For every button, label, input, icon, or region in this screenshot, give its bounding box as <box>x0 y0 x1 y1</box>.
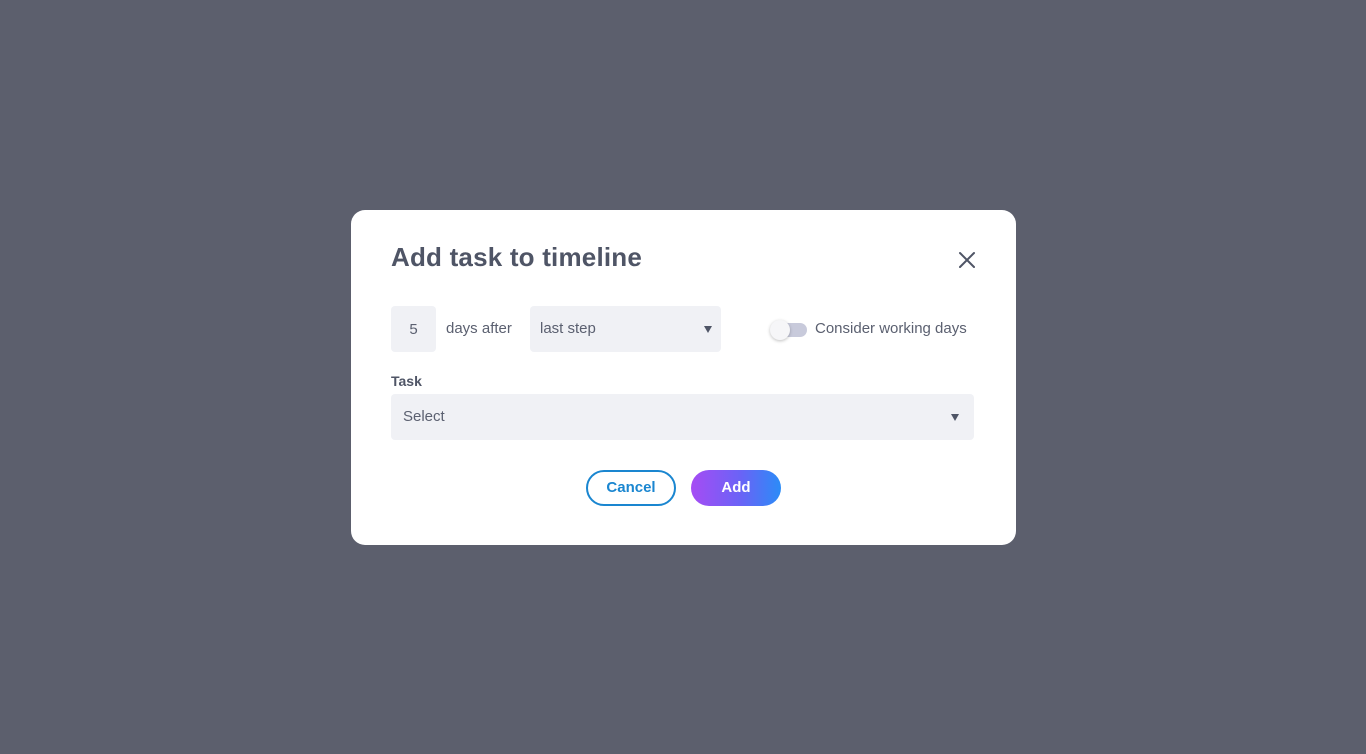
chevron-down-icon <box>704 326 712 333</box>
days-input[interactable] <box>391 306 436 352</box>
working-days-toggle[interactable] <box>770 320 808 340</box>
task-label: Task <box>391 373 422 389</box>
add-task-dialog: Add task to timeline days after last ste… <box>351 210 1016 545</box>
step-select-value: last step <box>540 320 596 337</box>
working-days-label: Consider working days <box>815 320 967 337</box>
chevron-down-icon <box>951 414 959 421</box>
days-after-label: days after <box>446 320 512 337</box>
close-button[interactable] <box>955 248 979 272</box>
toggle-knob <box>770 320 790 340</box>
cancel-button[interactable]: Cancel <box>586 470 676 506</box>
schedule-row: days after last step Consider working da… <box>391 306 975 352</box>
task-select-placeholder: Select <box>403 408 445 425</box>
close-icon <box>955 248 979 272</box>
task-select[interactable]: Select <box>391 394 974 440</box>
dialog-title: Add task to timeline <box>391 242 643 272</box>
step-select[interactable]: last step <box>530 306 721 352</box>
add-button[interactable]: Add <box>691 470 781 506</box>
